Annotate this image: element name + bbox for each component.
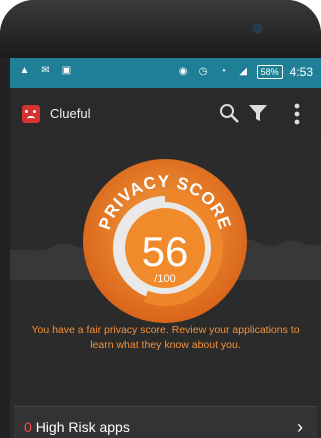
- score-value: 56: [142, 228, 189, 275]
- front-camera: [254, 25, 261, 32]
- screen: ▲ ✉ ▣ ◉ ◷ ◔ ◢ 58% 4:53 Clueful PRIVACY S…: [10, 58, 321, 438]
- status-bar: ▲ ✉ ▣ ◉ ◷ ◔ ◢ 58% 4:53: [10, 58, 321, 88]
- wifi-icon: ◔: [220, 66, 227, 77]
- phone-top-bezel: [0, 0, 321, 58]
- high-risk-apps-row[interactable]: 0 High Risk apps ›: [14, 406, 317, 438]
- status-system: ◉ ◷ ◔ ◢ 58% 4:53: [177, 65, 313, 79]
- score-caption: You have a fair privacy score. Review yo…: [31, 324, 300, 351]
- warning-icon: ▲: [19, 65, 30, 76]
- high-risk-text: High Risk apps: [35, 419, 130, 435]
- score-max: /100: [154, 273, 175, 285]
- phone-frame: ▲ ✉ ▣ ◉ ◷ ◔ ◢ 58% 4:53 Clueful PRIVACY S…: [0, 0, 321, 438]
- overflow-menu-icon[interactable]: [294, 102, 300, 126]
- search-icon[interactable]: [218, 102, 240, 124]
- high-risk-label: 0 High Risk apps: [24, 419, 130, 435]
- vibrate-icon: ◉: [178, 66, 188, 77]
- high-risk-count: 0: [24, 419, 32, 435]
- alarm-icon: ◷: [198, 66, 208, 77]
- signal-icon: ◢: [239, 66, 247, 77]
- privacy-score-gauge[interactable]: PRIVACY SCORE 56 /100: [80, 156, 250, 326]
- mail-icon: ✉: [41, 65, 50, 76]
- chevron-right-icon: ›: [297, 417, 303, 437]
- battery-indicator: 58%: [256, 65, 283, 79]
- clueful-logo-icon: [22, 105, 40, 123]
- app-bar: Clueful: [10, 88, 321, 140]
- gauge-svg: PRIVACY SCORE 56 /100: [83, 159, 247, 323]
- status-notifications: ▲ ✉ ▣: [18, 65, 73, 77]
- image-icon: ▣: [61, 65, 72, 76]
- app-title: Clueful: [50, 106, 91, 121]
- clock: 4:53: [289, 65, 313, 79]
- filter-icon[interactable]: [248, 103, 268, 123]
